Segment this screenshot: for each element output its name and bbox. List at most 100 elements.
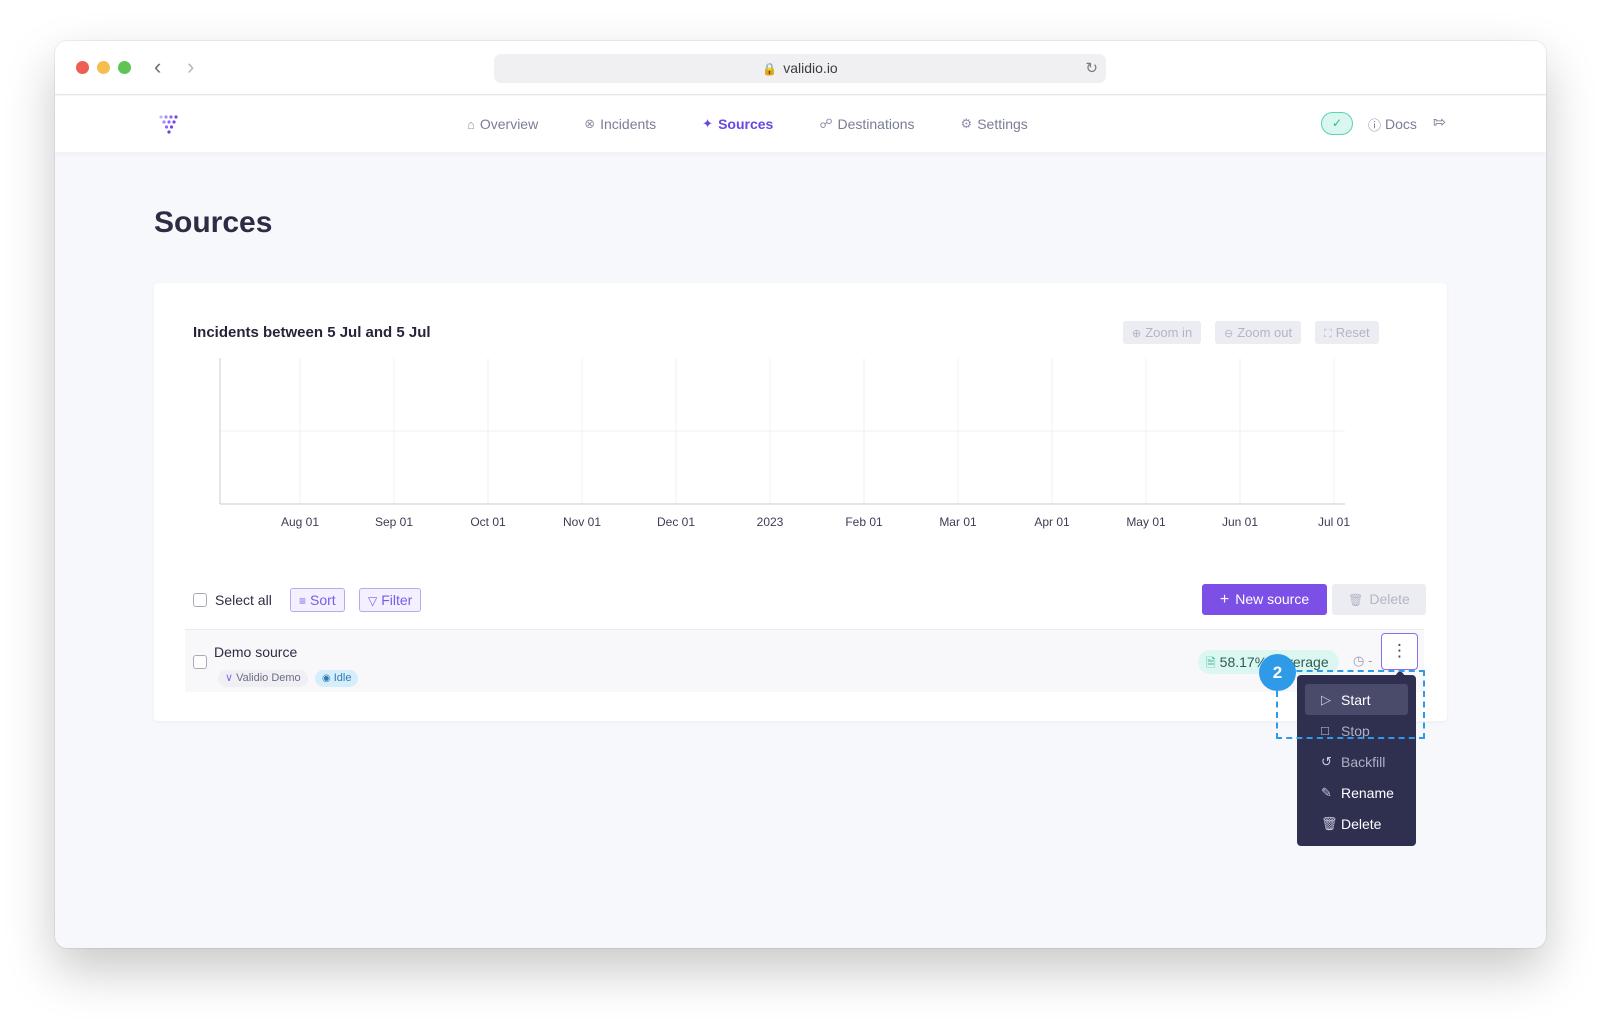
menu-label: Rename — [1341, 784, 1394, 801]
x-tick-label: Feb 01 — [845, 515, 883, 529]
sort-label: Sort — [310, 592, 336, 608]
trash-icon: 🗑 — [1348, 593, 1364, 607]
home-icon: ⌂ — [467, 116, 475, 132]
status-badge: ◉ Idle — [315, 670, 359, 687]
forward-arrow-icon[interactable]: › — [187, 54, 194, 80]
menu-item-rename[interactable]: ✎ Rename — [1305, 777, 1408, 808]
x-tick-label: Oct 01 — [470, 515, 506, 529]
lock-icon: 🔒 — [762, 62, 778, 76]
reset-label: Reset — [1335, 325, 1370, 340]
validio-logo-icon[interactable] — [158, 113, 180, 135]
help-icon: ⓘ — [1368, 117, 1382, 133]
nav-destinations[interactable]: ☍ Destinations — [819, 96, 914, 152]
back-arrow-icon[interactable]: ‹ — [154, 54, 161, 80]
tutorial-highlight — [1276, 670, 1425, 739]
close-window-button[interactable] — [76, 61, 89, 74]
zoom-out-button[interactable]: ⊖ Zoom out — [1215, 321, 1302, 344]
x-tick-label: Jul 01 — [1318, 515, 1350, 529]
nav-label: Sources — [718, 116, 774, 132]
nav-sources[interactable]: ✦ Sources — [702, 96, 773, 152]
x-tick-label: 2023 — [757, 515, 784, 529]
sort-button[interactable]: ≡ Sort — [290, 588, 345, 612]
status-label: Idle — [333, 672, 352, 684]
incidents-chart: Aug 01 Sep 01 Oct 01 Nov 01 Dec 01 2023 Feb 01… — [219, 358, 1350, 529]
edit-icon: ✎ — [1321, 784, 1332, 800]
row-checkbox[interactable] — [193, 655, 207, 669]
menu-item-backfill[interactable]: ↺ Backfill — [1305, 746, 1408, 777]
nav-settings[interactable]: ⚙ Settings — [961, 96, 1028, 152]
menu-label: Backfill — [1341, 753, 1386, 770]
last-run: ◷ - — [1353, 653, 1372, 669]
table-row[interactable]: Demo source ∨ Validio Demo ◉ Idle 🗎 58.17% … — [185, 629, 1424, 692]
x-tick-label: Mar 01 — [939, 515, 977, 529]
nav-label: Incidents — [600, 116, 657, 132]
step-badge: 2 — [1259, 654, 1296, 691]
eye-icon: ◉ — [322, 673, 331, 684]
document-icon: 🗎 — [1206, 656, 1216, 670]
delete-label: Delete — [1369, 591, 1410, 607]
x-tick-label: Nov 01 — [563, 515, 601, 529]
last-run-value: - — [1367, 653, 1373, 668]
select-all-label: Select all — [215, 592, 272, 608]
zoom-in-button[interactable]: ⊕ Zoom in — [1123, 321, 1202, 344]
new-source-button[interactable]: + New source — [1202, 584, 1327, 615]
zoom-in-icon: ⊕ — [1132, 328, 1142, 340]
select-all-checkbox[interactable] — [193, 593, 207, 607]
expand-icon: ⛶ — [1324, 328, 1332, 340]
health-status-badge[interactable]: ✓ — [1321, 112, 1353, 135]
reset-zoom-button[interactable]: ⛶ Reset — [1315, 321, 1379, 344]
x-tick-label: Dec 01 — [657, 515, 695, 529]
x-tick-label: Apr 01 — [1034, 515, 1070, 529]
nav-label: Settings — [977, 116, 1028, 132]
zoom-out-icon: ⊖ — [1224, 328, 1234, 340]
sources-toolbar: Select all ≡ Sort ▽ Filter + New source 🗑 De… — [193, 584, 1426, 615]
backfill-icon: ↺ — [1321, 753, 1332, 769]
filter-button[interactable]: ▽ Filter — [359, 588, 422, 612]
page-title: Sources — [154, 206, 273, 239]
app-header: ⌂ Overview ⊗ Incidents ✦ Sources ☍ Desti… — [55, 96, 1546, 152]
sources-card: Incidents between 5 Jul and 5 Jul ⊕ Zoom … — [154, 283, 1447, 721]
url-text: validio.io — [783, 60, 838, 76]
more-vertical-icon: ⋮ — [1391, 641, 1408, 660]
warehouse-label: Validio Demo — [236, 672, 301, 684]
incident-icon: ⊗ — [584, 116, 596, 131]
clock-icon: ◷ — [1353, 653, 1365, 668]
x-tick-label: Jun 01 — [1222, 515, 1258, 529]
delete-button[interactable]: 🗑 Delete — [1332, 584, 1426, 615]
validio-mini-logo-icon: ∨ — [225, 672, 234, 684]
destinations-icon: ☍ — [819, 116, 833, 131]
logout-icon[interactable]: ⇰ — [1433, 113, 1446, 131]
chart-title: Incidents between 5 Jul and 5 Jul — [193, 324, 431, 341]
x-tick-label: Sep 01 — [375, 515, 413, 529]
x-tick-label: May 01 — [1126, 515, 1166, 529]
plus-icon: + — [1219, 591, 1230, 608]
zoom-in-label: Zoom in — [1145, 325, 1193, 340]
docs-label: Docs — [1385, 116, 1417, 132]
sources-icon: ✦ — [702, 116, 714, 131]
warehouse-tag: ∨ Validio Demo — [218, 670, 308, 687]
browser-window: ‹ › 🔒 validio.io ↻ ⌂ Overview ⊗ Incidents — [55, 41, 1546, 948]
check-circle-icon: ✓ — [1331, 116, 1343, 130]
nav-overview[interactable]: ⌂ Overview — [467, 96, 538, 152]
filter-icon: ▽ — [368, 594, 378, 608]
address-bar[interactable]: 🔒 validio.io ↻ — [494, 54, 1106, 83]
maximize-window-button[interactable] — [118, 61, 131, 74]
gear-icon: ⚙ — [960, 116, 973, 131]
filter-label: Filter — [381, 592, 413, 608]
nav-incidents[interactable]: ⊗ Incidents — [584, 96, 656, 152]
reload-icon[interactable]: ↻ — [1085, 54, 1098, 83]
row-actions-button[interactable]: ⋮ — [1381, 633, 1418, 670]
zoom-out-label: Zoom out — [1237, 325, 1293, 340]
docs-link[interactable]: ⓘ Docs — [1368, 96, 1417, 152]
browser-titlebar: ‹ › 🔒 validio.io ↻ — [55, 41, 1546, 95]
menu-item-delete[interactable]: 🗑 Delete — [1305, 808, 1408, 839]
nav-label: Destinations — [837, 116, 915, 132]
new-source-label: New source — [1235, 591, 1310, 607]
nav-label: Overview — [479, 116, 539, 132]
select-all[interactable]: Select all — [193, 592, 272, 608]
minimize-window-button[interactable] — [97, 61, 110, 74]
menu-label: Delete — [1341, 815, 1382, 832]
sort-icon: ≡ — [299, 594, 307, 608]
x-tick-label: Aug 01 — [281, 515, 319, 529]
source-name[interactable]: Demo source — [214, 644, 297, 660]
